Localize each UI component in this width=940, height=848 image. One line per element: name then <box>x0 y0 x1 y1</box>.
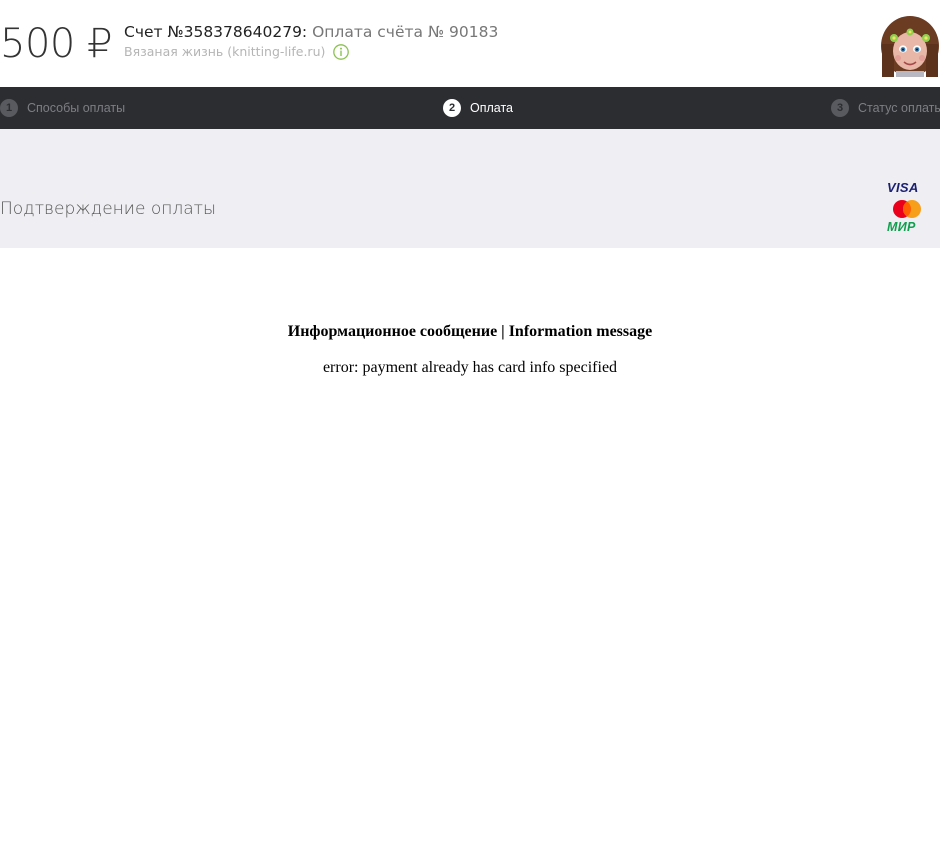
card-logos: VISA МИР <box>884 179 928 239</box>
step-payment: 2 Оплата <box>443 87 513 129</box>
step-payment-methods[interactable]: 1 Способы оплаты <box>0 87 125 129</box>
visa-logo: VISA <box>887 180 919 195</box>
invoice-header: 500 ₽ Счет №358378640279: Оплата счёта №… <box>0 0 940 87</box>
info-icon[interactable] <box>333 44 350 60</box>
payment-frame: Информационное сообщение | Information m… <box>0 248 940 848</box>
invoice-purpose: Оплата счёта № 90183 <box>312 23 499 41</box>
step-label: Статус оплаты <box>858 101 940 115</box>
payment-steps: 1 Способы оплаты 2 Оплата 3 Статус оплат… <box>0 87 940 129</box>
step-label: Способы оплаты <box>27 101 126 115</box>
mastercard-logo <box>891 199 923 219</box>
invoice-number: Счет №358378640279: <box>124 23 308 41</box>
error-message: error: payment already has card info spe… <box>322 359 618 376</box>
confirmation-title: Подтверждение оплаты <box>0 199 216 219</box>
step-payment-status: 3 Статус оплаты <box>831 87 940 129</box>
payment-amount: 500 ₽ <box>0 21 113 67</box>
confirmation-band: Подтверждение оплаты VISA МИР <box>0 129 940 248</box>
avatar[interactable] <box>880 16 940 77</box>
step-number: 2 <box>443 99 461 117</box>
mir-logo: МИР <box>887 220 916 234</box>
invoice-line: Счет №358378640279: Оплата счёта № 90183 <box>124 22 498 42</box>
message-title: Информационное сообщение | Information m… <box>287 323 653 340</box>
merchant-line: Вязаная жизнь (knitting-life.ru) <box>124 43 350 61</box>
merchant-name: Вязаная жизнь (knitting-life.ru) <box>124 44 326 59</box>
step-label: Оплата <box>470 101 513 115</box>
step-number: 1 <box>0 99 18 117</box>
step-number: 3 <box>831 99 849 117</box>
